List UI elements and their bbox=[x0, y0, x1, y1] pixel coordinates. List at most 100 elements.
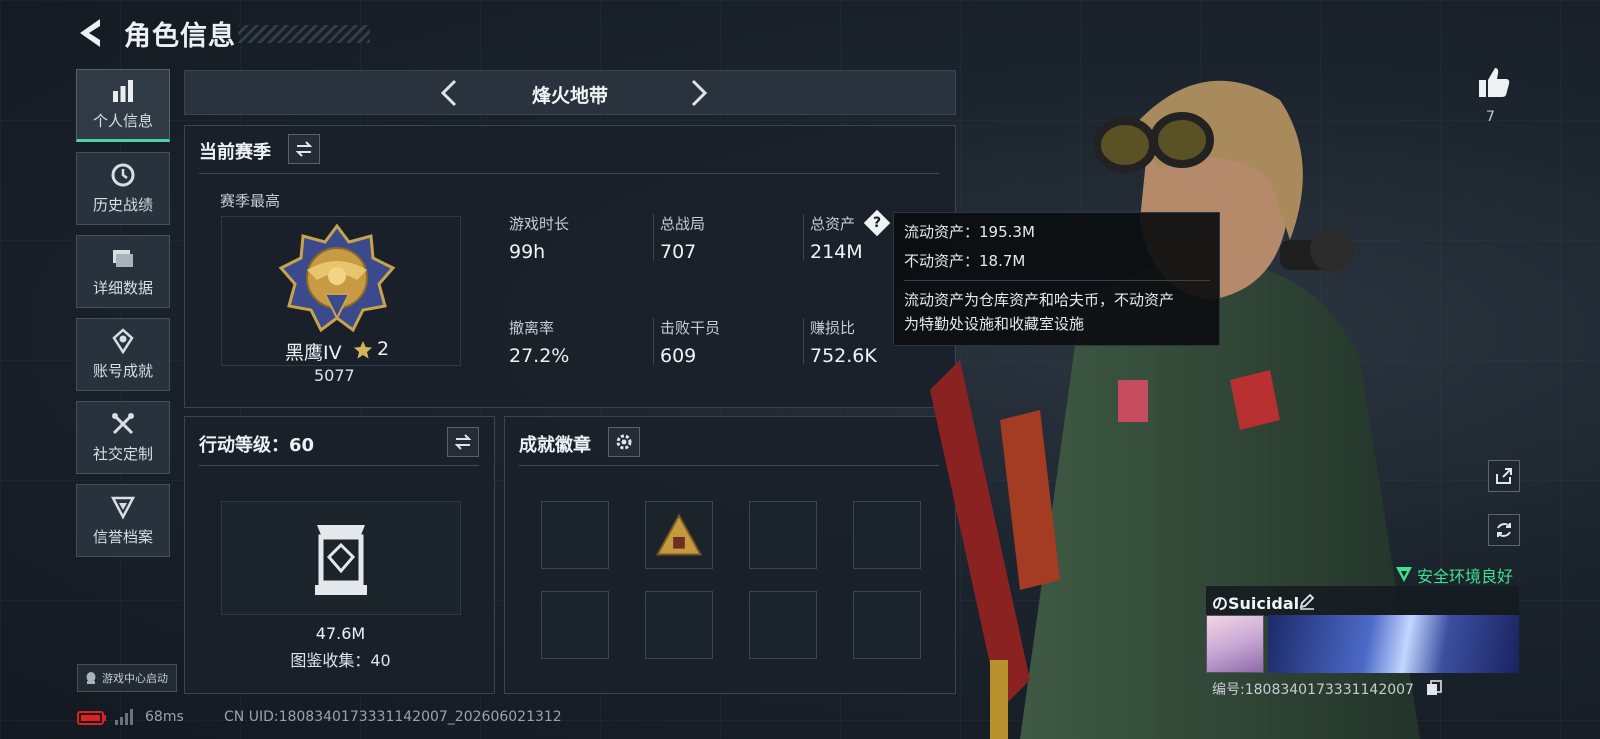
ping-value: 68ms bbox=[145, 709, 184, 725]
badge-slot[interactable] bbox=[749, 501, 817, 569]
divider bbox=[199, 465, 479, 466]
edit-name-icon[interactable] bbox=[1298, 592, 1316, 610]
sidebar-item-label: 详细数据 bbox=[92, 279, 153, 297]
battery-icon bbox=[77, 711, 106, 725]
divider bbox=[653, 318, 654, 364]
safety-status: 安全环境良好 bbox=[1417, 567, 1514, 586]
player-id: 编号:1808340173331142007 bbox=[1212, 682, 1414, 698]
stat-value-profit-ratio: 752.6K bbox=[810, 345, 877, 367]
action-level-title: 行动等级：60 bbox=[199, 435, 315, 456]
sidebar-item-label: 账号成就 bbox=[92, 362, 153, 380]
stat-label-playtime: 游戏时长 bbox=[509, 215, 570, 233]
badge-slot[interactable] bbox=[749, 591, 817, 659]
gear-icon bbox=[616, 434, 632, 450]
stat-value-extraction-rate: 27.2% bbox=[509, 345, 570, 367]
divider bbox=[904, 280, 1210, 281]
rank-stars: 2 bbox=[377, 338, 390, 360]
tooltip-liquid-assets: 流动资产：195.3M bbox=[904, 223, 1035, 241]
player-avatar[interactable] bbox=[1206, 615, 1264, 673]
like-button[interactable] bbox=[1477, 66, 1511, 100]
mode-selector: 烽火地带 bbox=[184, 70, 956, 115]
action-level-switch-button[interactable] bbox=[447, 427, 479, 457]
sidebar-item-social-custom[interactable]: 社交定制 bbox=[76, 401, 170, 474]
divider bbox=[803, 214, 804, 260]
badge-icon bbox=[112, 328, 134, 354]
stat-value-playtime: 99h bbox=[509, 241, 546, 263]
stat-label-operators-defeated: 击败干员 bbox=[660, 319, 721, 337]
sidebar-item-personal-info[interactable]: 个人信息 bbox=[76, 69, 170, 142]
collection-value: 47.6M bbox=[315, 624, 366, 643]
stat-value-total-matches: 707 bbox=[660, 241, 697, 263]
stat-value-total-assets: 214M bbox=[810, 241, 863, 263]
back-button[interactable] bbox=[74, 16, 110, 50]
season-best-label: 赛季最高 bbox=[220, 192, 281, 210]
mode-name: 烽火地带 bbox=[531, 85, 608, 107]
page-title: 角色信息 bbox=[124, 21, 236, 52]
achievements-settings-button[interactable] bbox=[608, 427, 640, 457]
season-panel: 当前赛季 赛季最高 黑鹰IV 2 5077 游戏时长 99h 总战局 707 总… bbox=[184, 125, 956, 408]
collection-case-icon bbox=[315, 525, 367, 595]
stat-label-profit-ratio: 赚损比 bbox=[810, 319, 856, 337]
refresh-button[interactable] bbox=[1488, 514, 1520, 546]
folder-icon bbox=[113, 250, 133, 267]
sidebar-item-label: 历史战绩 bbox=[92, 196, 153, 214]
qq-icon bbox=[86, 672, 96, 684]
action-level-panel: 行动等级：60 47.6M 图鉴收集：40 bbox=[184, 416, 495, 694]
divider bbox=[199, 173, 939, 174]
game-center-launch-button[interactable]: 游戏中心启动 bbox=[77, 664, 177, 692]
help-icon-button[interactable] bbox=[863, 209, 891, 237]
badge-slot[interactable] bbox=[541, 591, 609, 659]
badge-slot[interactable] bbox=[645, 501, 713, 569]
triangle-badge-icon bbox=[656, 513, 702, 556]
safety-shield-icon bbox=[1396, 567, 1412, 582]
tooltip-desc-line2: 为特勤处设施和收藏室设施 bbox=[904, 315, 1085, 333]
tooltip-desc-line1: 流动资产为仓库资产和哈夫币，不动资产 bbox=[904, 291, 1175, 309]
collection-label: 图鉴收集：40 bbox=[290, 651, 391, 670]
black-hawk-rank-badge bbox=[278, 223, 396, 333]
sidebar-item-history[interactable]: 历史战绩 bbox=[76, 152, 170, 225]
badge-slot[interactable] bbox=[541, 501, 609, 569]
badge-slot[interactable] bbox=[645, 591, 713, 659]
assets-tooltip: 流动资产：195.3M 不动资产：18.7M 流动资产为仓库资产和哈夫币，不动资… bbox=[893, 212, 1220, 346]
chevron-right-icon bbox=[691, 79, 708, 107]
sidebar-item-credit-record[interactable]: 信誉档案 bbox=[76, 484, 170, 557]
stat-value-operators-defeated: 609 bbox=[660, 345, 697, 367]
rank-name: 黑鹰IV bbox=[285, 342, 342, 364]
divider bbox=[519, 465, 939, 466]
stat-label-total-assets: 总资产 bbox=[810, 215, 856, 233]
copy-icon[interactable] bbox=[1426, 680, 1442, 696]
sidebar-item-label: 信誉档案 bbox=[92, 528, 153, 546]
stat-label-extraction-rate: 撤离率 bbox=[509, 319, 555, 337]
clock-icon bbox=[111, 163, 135, 187]
bar-chart-icon bbox=[113, 80, 133, 102]
stat-label-total-matches: 总战局 bbox=[660, 215, 706, 233]
achievements-panel: 成就徽章 bbox=[504, 416, 956, 694]
signal-icon bbox=[115, 709, 133, 725]
player-banner bbox=[1268, 615, 1519, 673]
player-name: のSuicidal bbox=[1212, 594, 1300, 613]
back-arrow-icon bbox=[80, 19, 100, 47]
share-button[interactable] bbox=[1488, 460, 1520, 492]
game-center-label: 游戏中心启动 bbox=[102, 672, 168, 685]
rank-points: 5077 bbox=[314, 366, 355, 385]
refresh-icon bbox=[1497, 523, 1511, 537]
uid-text: CN UID:1808340173331142007_202606021312 bbox=[224, 709, 562, 725]
divider bbox=[653, 214, 654, 260]
sidebar-item-label: 个人信息 bbox=[92, 112, 153, 130]
shield-icon bbox=[110, 496, 136, 520]
swap-icon bbox=[454, 434, 472, 450]
tooltip-fixed-assets: 不动资产：18.7M bbox=[904, 252, 1026, 270]
season-title: 当前赛季 bbox=[199, 142, 271, 163]
sidebar-item-detailed-data[interactable]: 详细数据 bbox=[76, 235, 170, 308]
divider bbox=[803, 318, 804, 364]
season-switch-button[interactable] bbox=[288, 134, 320, 164]
achievements-title: 成就徽章 bbox=[519, 435, 591, 456]
sidebar-item-achievements[interactable]: 账号成就 bbox=[76, 318, 170, 391]
like-count: 7 bbox=[1486, 109, 1495, 125]
sidebar-item-label: 社交定制 bbox=[92, 445, 153, 463]
tools-icon bbox=[112, 413, 134, 435]
title-decoration bbox=[238, 25, 370, 43]
thumbs-up-icon bbox=[1479, 68, 1510, 97]
share-icon bbox=[1496, 468, 1512, 484]
next-mode-button[interactable] bbox=[681, 77, 713, 109]
